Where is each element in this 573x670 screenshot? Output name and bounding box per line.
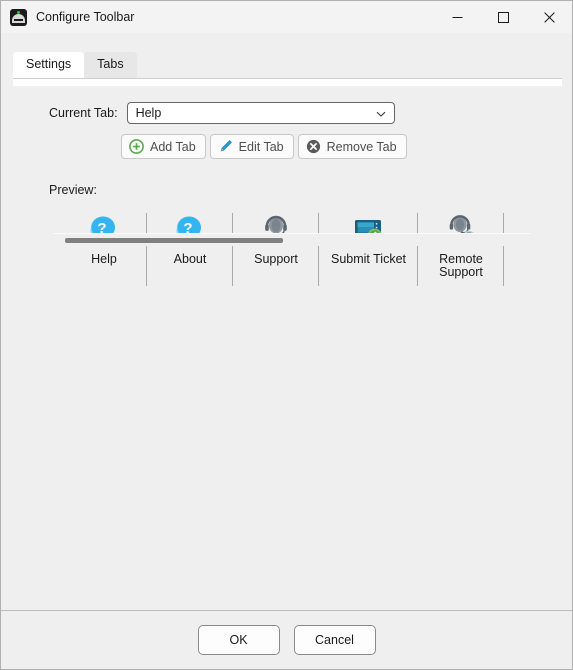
preview-item-submit-ticket-label: Submit Ticket [330, 252, 407, 266]
current-tab-label: Current Tab: [49, 106, 118, 120]
preview-item-remote-support[interactable]: Remote Support [418, 210, 504, 290]
tab-tabs[interactable]: Tabs [84, 52, 137, 78]
ok-button[interactable]: OK [197, 625, 280, 655]
tab-settings[interactable]: Settings [13, 52, 85, 78]
edit-tab-button[interactable]: Edit Tab [209, 134, 294, 159]
x-circle-icon [306, 139, 321, 154]
cancel-button-label: Cancel [315, 633, 354, 647]
add-tab-label: Add Tab [150, 139, 196, 154]
tab-settings-label: Settings [26, 57, 72, 71]
preview-item-submit-ticket[interactable]: Submit Ticket [319, 210, 418, 290]
dialog-footer: OK Cancel [1, 610, 572, 669]
tabpage-top-edge [13, 78, 562, 86]
current-tab-row: Current Tab: Help [1, 86, 572, 124]
close-icon [543, 11, 555, 23]
tabstrip-container: Settings Tabs [1, 33, 572, 78]
current-tab-dropdown[interactable]: Help [126, 102, 395, 124]
cancel-button[interactable]: Cancel [293, 625, 376, 655]
current-tab-value: Help [135, 106, 162, 120]
ok-button-label: OK [229, 633, 248, 647]
add-tab-button[interactable]: Add Tab [121, 134, 206, 159]
preview-item-support[interactable]: Support [233, 210, 319, 290]
maximize-button[interactable] [480, 1, 526, 33]
configure-toolbar-window: Configure Toolbar Settings Tabs Current … [0, 0, 573, 670]
maximize-icon [497, 11, 509, 23]
remove-tab-button[interactable]: Remove Tab [297, 134, 407, 159]
preview-horizontal-scrollbar[interactable] [53, 233, 531, 246]
pencil-icon [218, 139, 233, 154]
scrollbar-thumb[interactable] [65, 238, 283, 243]
titlebar: Configure Toolbar [1, 1, 572, 33]
tab-tabs-label: Tabs [97, 57, 124, 71]
edit-tab-label: Edit Tab [238, 139, 284, 154]
preview-item-support-label: Support [254, 252, 298, 266]
bridge-icon [10, 8, 27, 26]
window-controls [434, 1, 572, 33]
tab-action-buttons: Add Tab Edit Tab Remove Tab [1, 124, 572, 159]
close-button[interactable] [526, 1, 572, 33]
window-title: Configure Toolbar [36, 10, 135, 24]
tabstrip: Settings Tabs [13, 51, 562, 78]
preview-item-help[interactable]: ? Help [61, 210, 147, 290]
preview-item-about-label: About [173, 252, 207, 266]
preview-strip: ? Help ? About Support Submit Ticket Rem… [61, 210, 572, 290]
preview-item-about[interactable]: ? About [147, 210, 233, 290]
minimize-button[interactable] [434, 1, 480, 33]
minimize-icon [452, 16, 462, 18]
preview-label: Preview: [49, 183, 97, 197]
preview-item-help-label: Help [91, 252, 117, 266]
chevron-down-icon [376, 108, 386, 118]
titlebar-left: Configure Toolbar [1, 8, 135, 26]
preview-item-remote-support-label: Remote Support [439, 252, 483, 279]
tab-content-panel: Current Tab: Help Add Tab Edit Tab Remov… [1, 86, 572, 610]
remove-tab-label: Remove Tab [326, 139, 397, 154]
plus-circle-icon [129, 139, 144, 154]
